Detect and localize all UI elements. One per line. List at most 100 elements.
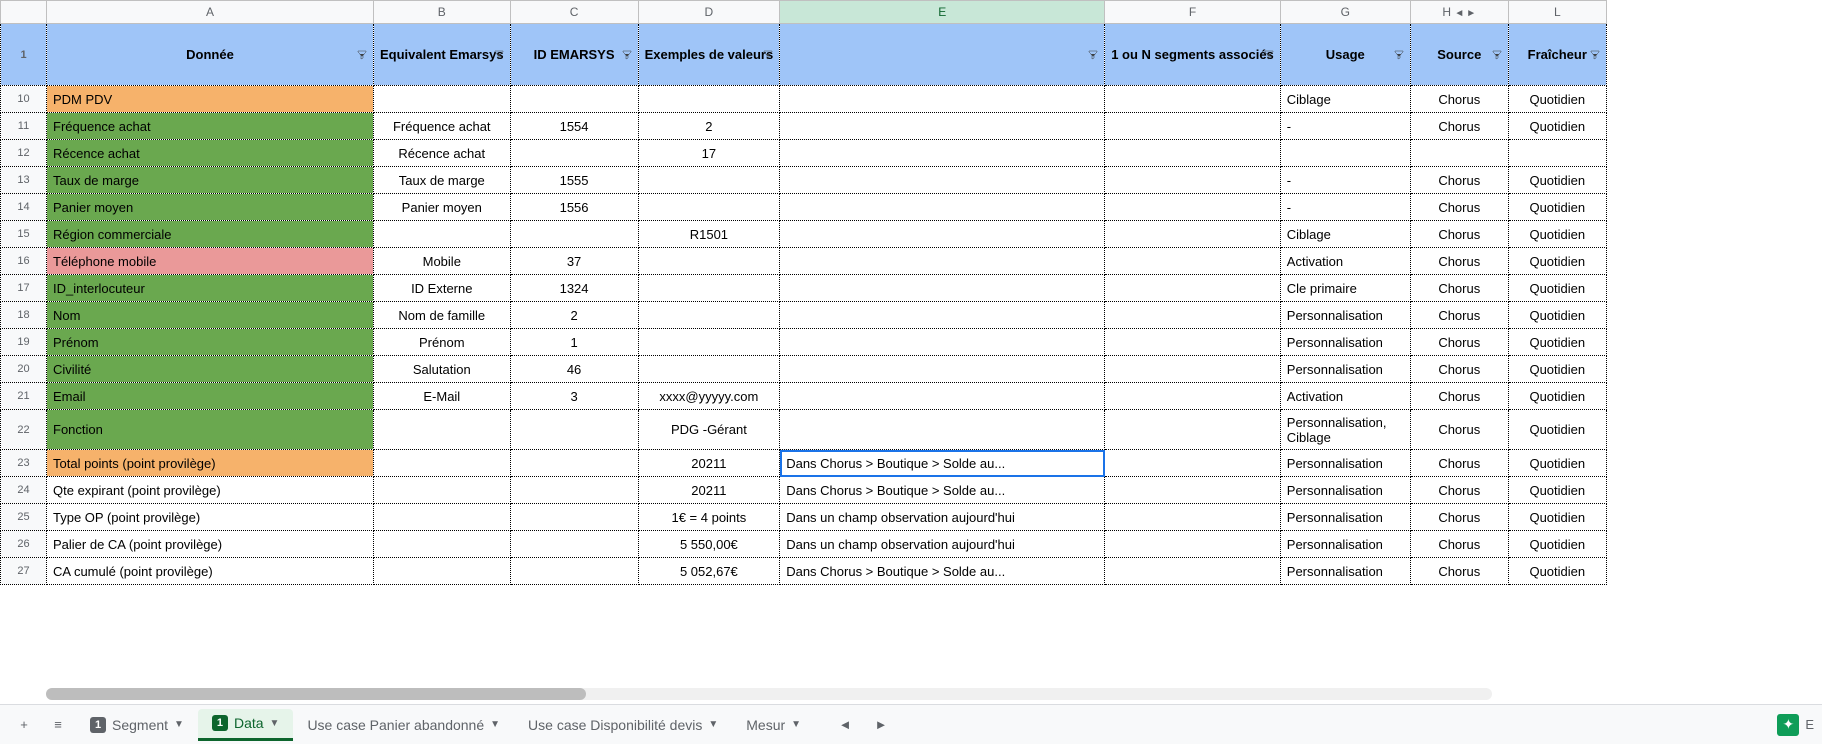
cell-E[interactable]: Dans un champ observation aujourd'hui xyxy=(780,504,1105,531)
cell-D[interactable]: 5 550,00€ xyxy=(638,531,780,558)
cell-E[interactable] xyxy=(780,356,1105,383)
header-cell-F[interactable]: 1 ou N segments associés xyxy=(1105,24,1281,86)
row-number[interactable]: 20 xyxy=(1,356,47,383)
chevron-down-icon[interactable]: ▼ xyxy=(490,719,500,730)
tab-nav-left[interactable]: ◄ xyxy=(829,709,861,741)
cell-B[interactable]: Nom de famille xyxy=(374,302,511,329)
cell-B[interactable] xyxy=(374,504,511,531)
cell-B[interactable]: E-Mail xyxy=(374,383,511,410)
cell-D[interactable] xyxy=(638,302,780,329)
cell-A[interactable]: PDM PDV xyxy=(47,86,374,113)
cell-H[interactable]: Chorus xyxy=(1410,531,1508,558)
cell-H[interactable]: Chorus xyxy=(1410,383,1508,410)
chevron-down-icon[interactable]: ▼ xyxy=(174,719,184,730)
header-cell-C[interactable]: ID EMARSYS xyxy=(510,24,638,86)
cell-H[interactable]: Chorus xyxy=(1410,167,1508,194)
cell-A[interactable]: Panier moyen xyxy=(47,194,374,221)
row-number[interactable]: 24 xyxy=(1,477,47,504)
cell-D[interactable]: 20211 xyxy=(638,450,780,477)
cell-H[interactable]: Chorus xyxy=(1410,558,1508,585)
cell-E[interactable]: Dans Chorus > Boutique > Solde au... xyxy=(780,477,1105,504)
row-number[interactable]: 13 xyxy=(1,167,47,194)
cell-E[interactable] xyxy=(780,113,1105,140)
row-number[interactable]: 19 xyxy=(1,329,47,356)
cell-G[interactable]: Personnalisation xyxy=(1280,302,1410,329)
cell-E[interactable] xyxy=(780,140,1105,167)
cell-G[interactable] xyxy=(1280,140,1410,167)
cell-L[interactable]: Quotidien xyxy=(1508,356,1606,383)
filter-icon[interactable] xyxy=(1392,48,1406,62)
cell-B[interactable] xyxy=(374,531,511,558)
cell-A[interactable]: Taux de marge xyxy=(47,167,374,194)
spreadsheet-grid[interactable]: A B C D E F G H ◄ ► L xyxy=(0,0,1607,585)
cell-F[interactable] xyxy=(1105,477,1281,504)
cell-B[interactable] xyxy=(374,410,511,450)
cell-C[interactable]: 2 xyxy=(510,302,638,329)
row-number[interactable]: 11 xyxy=(1,113,47,140)
cell-F[interactable] xyxy=(1105,558,1281,585)
cell-G[interactable]: - xyxy=(1280,194,1410,221)
col-header-D[interactable]: D xyxy=(638,1,780,24)
row-number[interactable]: 25 xyxy=(1,504,47,531)
cell-G[interactable]: Personnalisation xyxy=(1280,450,1410,477)
cell-A[interactable]: Récence achat xyxy=(47,140,374,167)
cell-B[interactable] xyxy=(374,477,511,504)
horizontal-scrollbar[interactable] xyxy=(46,688,1492,700)
sheet-tab[interactable]: Use case Panier abandonné▼ xyxy=(293,709,514,741)
cell-A[interactable]: Palier de CA (point provilège) xyxy=(47,531,374,558)
cell-A[interactable]: CA cumulé (point provilège) xyxy=(47,558,374,585)
header-cell-B[interactable]: Equivalent Emarsys xyxy=(374,24,511,86)
col-header-A[interactable]: A xyxy=(47,1,374,24)
cell-L[interactable]: Quotidien xyxy=(1508,275,1606,302)
cell-G[interactable]: Personnalisation xyxy=(1280,504,1410,531)
cell-G[interactable]: - xyxy=(1280,167,1410,194)
filter-icon[interactable] xyxy=(492,48,506,62)
filter-icon[interactable] xyxy=(1588,48,1602,62)
cell-C[interactable] xyxy=(510,531,638,558)
cell-D[interactable] xyxy=(638,329,780,356)
cell-C[interactable] xyxy=(510,140,638,167)
cell-F[interactable] xyxy=(1105,356,1281,383)
cell-F[interactable] xyxy=(1105,531,1281,558)
cell-D[interactable] xyxy=(638,167,780,194)
cell-B[interactable]: Récence achat xyxy=(374,140,511,167)
cell-L[interactable]: Quotidien xyxy=(1508,383,1606,410)
cell-F[interactable] xyxy=(1105,140,1281,167)
cell-G[interactable]: Activation xyxy=(1280,248,1410,275)
filter-icon[interactable] xyxy=(1086,48,1100,62)
cell-A[interactable]: Région commerciale xyxy=(47,221,374,248)
cell-F[interactable] xyxy=(1105,410,1281,450)
cell-D[interactable] xyxy=(638,86,780,113)
cell-G[interactable]: - xyxy=(1280,113,1410,140)
cell-A[interactable]: Téléphone mobile xyxy=(47,248,374,275)
row-number[interactable]: 22 xyxy=(1,410,47,450)
cell-E[interactable]: Dans Chorus > Boutique > Solde au... xyxy=(780,450,1105,477)
cell-C[interactable]: 46 xyxy=(510,356,638,383)
header-cell-A[interactable]: Donnée xyxy=(47,24,374,86)
header-cell-E[interactable] xyxy=(780,24,1105,86)
col-header-G[interactable]: G xyxy=(1280,1,1410,24)
all-sheets-button[interactable]: ≡ xyxy=(42,709,74,741)
cell-C[interactable]: 1 xyxy=(510,329,638,356)
cell-E[interactable] xyxy=(780,86,1105,113)
cell-A[interactable]: Total points (point provilège) xyxy=(47,450,374,477)
add-sheet-button[interactable]: + xyxy=(8,709,40,741)
col-header-H[interactable]: H ◄ ► xyxy=(1410,1,1508,24)
cell-H[interactable]: Chorus xyxy=(1410,356,1508,383)
cell-E[interactable] xyxy=(780,383,1105,410)
cell-B[interactable] xyxy=(374,558,511,585)
cell-F[interactable] xyxy=(1105,113,1281,140)
header-cell-L[interactable]: Fraîcheur xyxy=(1508,24,1606,86)
cell-A[interactable]: ID_interlocuteur xyxy=(47,275,374,302)
sheet-tab[interactable]: 1Data▼ xyxy=(198,709,293,741)
cell-L[interactable]: Quotidien xyxy=(1508,450,1606,477)
cell-C[interactable] xyxy=(510,450,638,477)
cell-E[interactable] xyxy=(780,329,1105,356)
cell-G[interactable]: Cle primaire xyxy=(1280,275,1410,302)
cell-L[interactable]: Quotidien xyxy=(1508,167,1606,194)
cell-A[interactable]: Email xyxy=(47,383,374,410)
row-number[interactable]: 23 xyxy=(1,450,47,477)
cell-D[interactable]: R1501 xyxy=(638,221,780,248)
cell-L[interactable]: Quotidien xyxy=(1508,504,1606,531)
cell-A[interactable]: Civilité xyxy=(47,356,374,383)
